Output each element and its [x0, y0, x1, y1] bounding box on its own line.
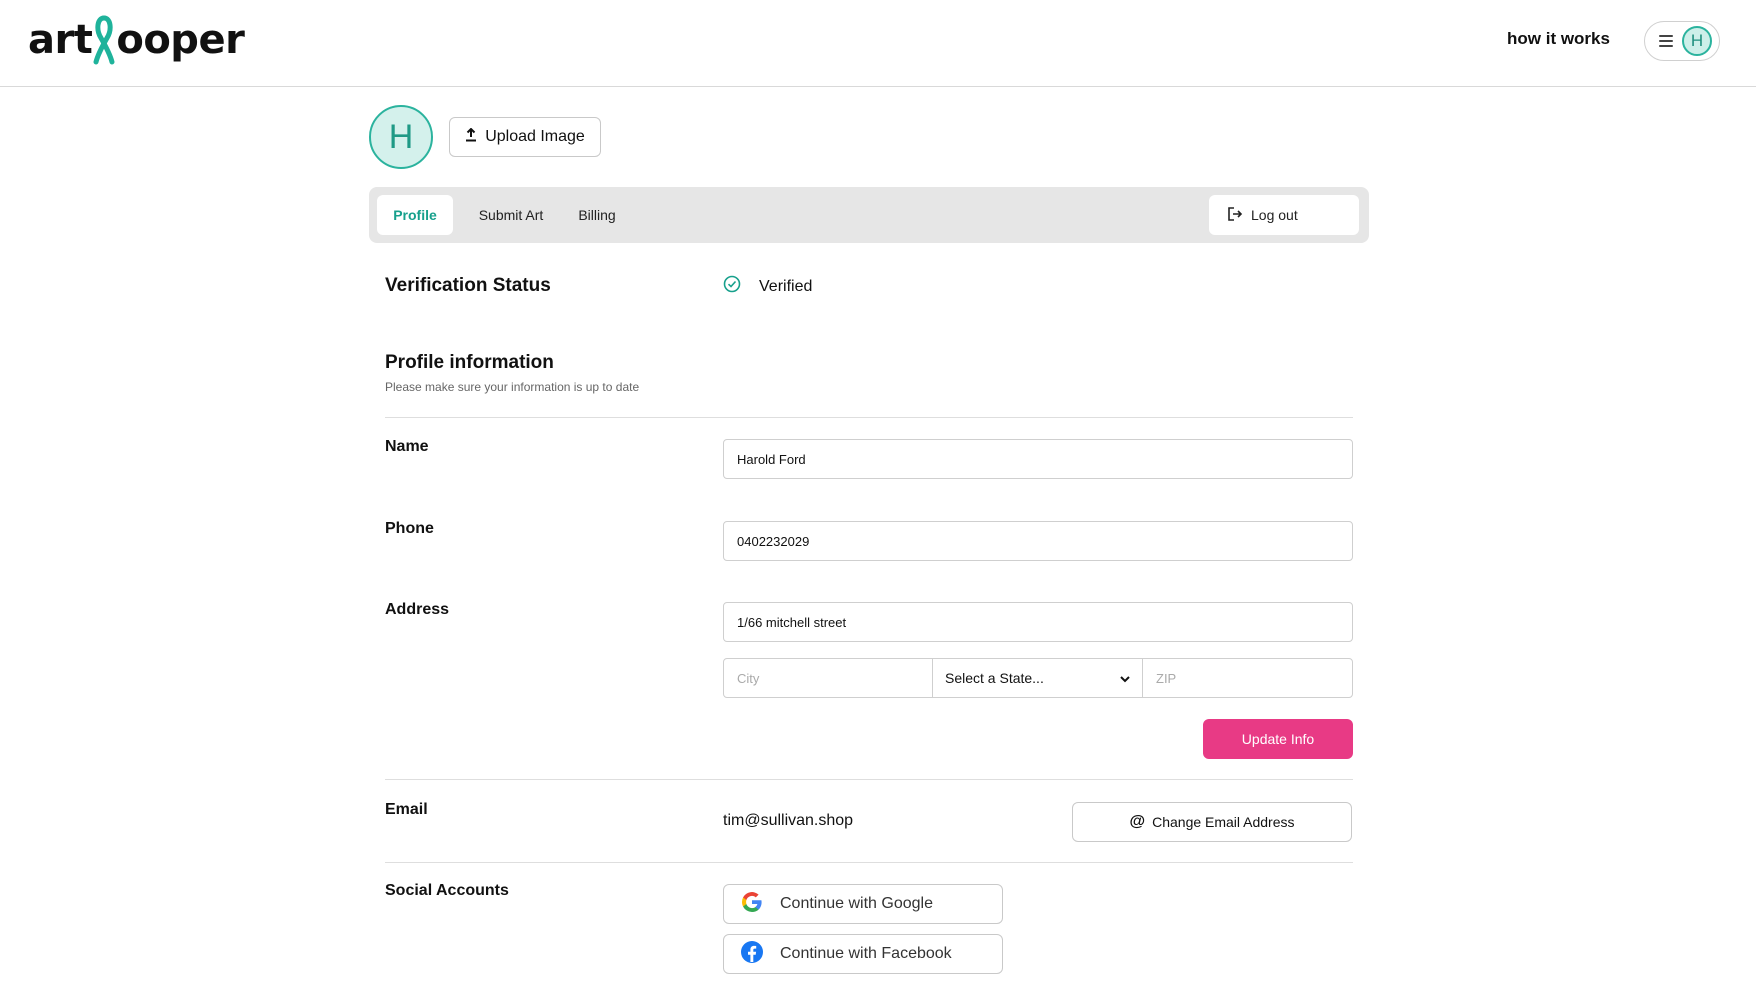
- profile-information-title: Profile information: [385, 352, 554, 373]
- ribbon-icon: [93, 14, 115, 66]
- verification-status-title: Verification Status: [385, 275, 551, 296]
- address-label: Address: [385, 601, 450, 618]
- google-button-label: Continue with Google: [780, 895, 933, 912]
- continue-with-google-button[interactable]: Continue with Google: [723, 884, 1003, 924]
- logout-label: Log out: [1251, 207, 1298, 223]
- change-email-label: Change Email Address: [1152, 814, 1295, 830]
- user-menu-button[interactable]: H: [1644, 21, 1720, 61]
- section-divider: [385, 862, 1353, 863]
- update-info-button[interactable]: Update Info: [1203, 719, 1353, 759]
- email-label: Email: [385, 801, 428, 818]
- name-input[interactable]: [723, 439, 1353, 479]
- name-label: Name: [385, 438, 429, 455]
- change-email-button[interactable]: @ Change Email Address: [1072, 802, 1352, 842]
- verification-status: Verified: [723, 275, 812, 298]
- address-input[interactable]: [723, 602, 1353, 642]
- zip-input[interactable]: [1142, 658, 1353, 698]
- email-value: tim@sullivan.shop: [723, 812, 854, 829]
- hamburger-icon: [1659, 35, 1673, 47]
- verified-text: Verified: [759, 277, 813, 295]
- check-circle-icon: [723, 275, 741, 298]
- phone-input[interactable]: [723, 521, 1353, 561]
- logo-text-left: art: [28, 17, 93, 63]
- section-divider: [385, 417, 1353, 418]
- logout-icon: [1227, 206, 1243, 225]
- state-select[interactable]: Select a State...: [932, 658, 1143, 698]
- artlooper-logo[interactable]: art ooper: [28, 14, 245, 66]
- tab-billing[interactable]: Billing: [569, 195, 625, 235]
- facebook-button-label: Continue with Facebook: [780, 945, 952, 962]
- how-it-works-link[interactable]: how it works: [1507, 29, 1610, 49]
- logout-button[interactable]: Log out: [1209, 195, 1359, 235]
- section-divider: [385, 779, 1353, 780]
- upload-icon: [465, 127, 477, 147]
- tab-profile[interactable]: Profile: [377, 195, 453, 235]
- facebook-icon: [740, 940, 764, 969]
- upload-image-label: Upload Image: [485, 128, 585, 145]
- at-sign-icon: @: [1129, 813, 1146, 830]
- phone-label: Phone: [385, 520, 434, 537]
- profile-information-subtitle: Please make sure your information is up …: [385, 380, 640, 394]
- social-accounts-label: Social Accounts: [385, 882, 509, 899]
- continue-with-facebook-button[interactable]: Continue with Facebook: [723, 934, 1003, 974]
- tab-submit-art[interactable]: Submit Art: [465, 195, 557, 235]
- header-avatar: H: [1682, 26, 1712, 56]
- top-header: art ooper how it works H: [0, 0, 1756, 87]
- profile-avatar: H: [369, 105, 433, 169]
- city-input[interactable]: [723, 658, 933, 698]
- profile-tab-bar: Profile Submit Art Billing Log out: [369, 187, 1369, 243]
- google-icon: [740, 890, 764, 919]
- upload-image-button[interactable]: Upload Image: [449, 117, 601, 157]
- state-select-value: Select a State...: [945, 670, 1044, 686]
- logo-text-right: ooper: [116, 17, 245, 63]
- chevron-down-icon: [1120, 670, 1130, 686]
